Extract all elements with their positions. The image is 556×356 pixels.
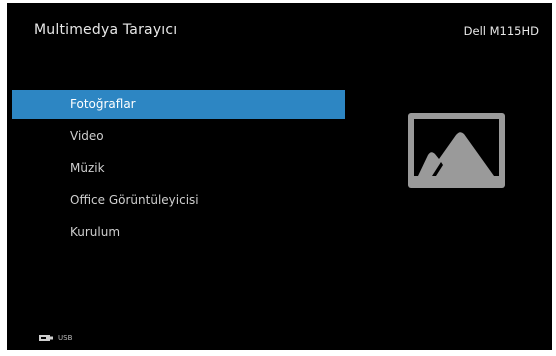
- photo-mountain-icon: [408, 113, 505, 188]
- menu-item-label: Video: [70, 129, 104, 143]
- menu-item-label: Office Görüntüleyicisi: [70, 193, 199, 207]
- menu-item-setup[interactable]: Kurulum: [12, 218, 345, 247]
- app-title: Multimedya Tarayıcı: [34, 22, 178, 38]
- source-label: USB: [58, 334, 73, 342]
- menu-item-photos[interactable]: Fotoğraflar: [12, 90, 345, 119]
- menu-item-label: Fotoğraflar: [70, 97, 136, 111]
- screen: Multimedya Tarayıcı Dell M115HD Fotoğraf…: [0, 0, 556, 356]
- device-name: Dell M115HD: [463, 24, 539, 38]
- menu-item-video[interactable]: Video: [12, 122, 345, 151]
- menu-item-label: Kurulum: [70, 225, 121, 239]
- menu-item-music[interactable]: Müzik: [12, 154, 345, 183]
- source-status: USB: [39, 334, 72, 342]
- usb-icon: [39, 335, 53, 341]
- main-menu: Fotoğraflar Video Müzik Office Görüntüle…: [12, 90, 345, 250]
- menu-item-office-viewer[interactable]: Office Görüntüleyicisi: [12, 186, 345, 215]
- menu-item-label: Müzik: [70, 161, 105, 175]
- media-browser-panel: Multimedya Tarayıcı Dell M115HD Fotoğraf…: [7, 3, 552, 350]
